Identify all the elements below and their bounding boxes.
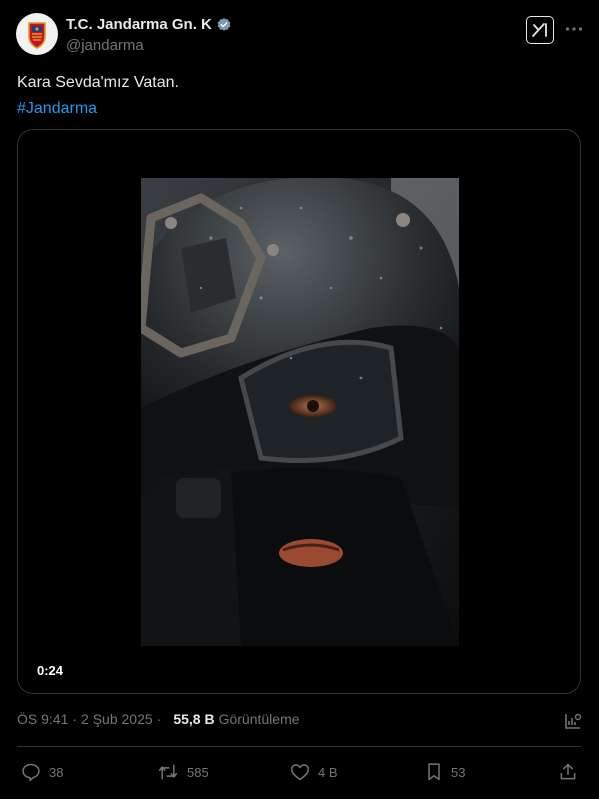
bookmark-count: 53 <box>451 764 466 780</box>
share-icon <box>560 763 576 780</box>
views-label: Görüntüleme <box>218 711 300 727</box>
jandarma-emblem-icon <box>28 22 46 49</box>
tweet-header: T.C. Jandarma Gn. K @jandarma <box>0 0 599 64</box>
view-analytics-button[interactable] <box>562 710 584 732</box>
share-button[interactable] <box>558 762 578 782</box>
reply-icon <box>22 763 40 782</box>
like-button[interactable]: 4 B <box>290 762 338 782</box>
like-count: 4 B <box>318 764 338 780</box>
repost-count: 585 <box>187 764 209 780</box>
tweet-text: Kara Sevda'mız Vatan. #Jandarma <box>17 70 179 122</box>
more-dots-icon <box>565 27 583 31</box>
meta-separator: · <box>72 711 78 727</box>
author-display-name[interactable]: T.C. Jandarma Gn. K <box>66 16 212 33</box>
tweet-time[interactable]: ÖS 9:41 <box>17 711 68 727</box>
more-options-button[interactable] <box>563 18 585 40</box>
bookmark-icon <box>428 763 440 781</box>
video-thumbnail[interactable] <box>141 178 459 646</box>
meta-separator-2: · <box>156 711 162 727</box>
divider <box>17 746 581 747</box>
author-handle[interactable]: @jandarma <box>66 37 144 54</box>
heart-icon <box>290 764 310 781</box>
repost-button[interactable]: 585 <box>157 762 209 782</box>
author-name-row: T.C. Jandarma Gn. K <box>66 16 232 33</box>
avatar[interactable] <box>16 13 58 55</box>
tweet-body: Kara Sevda'mız Vatan. <box>17 74 179 91</box>
hashtag-link[interactable]: #Jandarma <box>17 96 179 122</box>
verified-badge-icon <box>217 17 231 31</box>
grok-button[interactable] <box>526 16 554 44</box>
reply-button[interactable]: 38 <box>21 762 63 782</box>
tweet-meta: ÖS 9:41 · 2 Şub 2025 · 55,8 B Görüntülem… <box>17 711 300 727</box>
video-duration: 0:24 <box>31 660 70 681</box>
grok-icon <box>532 23 547 37</box>
soldier-helmet-image <box>141 178 459 646</box>
reply-count: 38 <box>49 764 64 780</box>
video-player[interactable]: 0:24 <box>17 129 581 694</box>
tweet-date[interactable]: 2 Şub 2025 <box>81 711 153 727</box>
bookmark-button[interactable]: 53 <box>425 762 465 782</box>
views-count: 55,8 B <box>173 711 215 727</box>
repost-icon <box>158 764 178 780</box>
analytics-icon <box>565 713 582 729</box>
